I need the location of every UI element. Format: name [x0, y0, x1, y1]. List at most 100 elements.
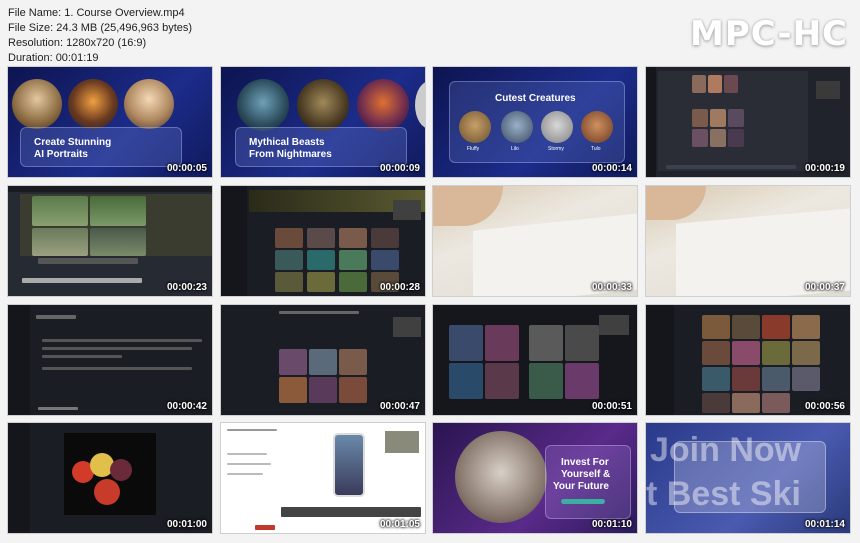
image-tile — [762, 393, 790, 413]
image-tile — [339, 349, 367, 375]
file-name: File Name: 1. Course Overview.mp4 — [8, 7, 185, 19]
thumbnail-14[interactable]: 00:01:05 — [220, 422, 426, 534]
title-line-2: From Nightmares — [249, 149, 332, 160]
app-sidebar — [646, 305, 674, 415]
chat-header — [36, 315, 76, 319]
image-tile — [371, 250, 399, 270]
image-tile — [339, 250, 367, 270]
image-tile — [279, 349, 307, 375]
image-tile — [485, 325, 519, 361]
thumbnail-15[interactable]: Invest For Yourself & Your Future 00:01:… — [432, 422, 638, 534]
timestamp: 00:00:14 — [591, 163, 632, 174]
file-info: File Name: 1. Course Overview.mp4 File S… — [8, 6, 192, 66]
mpc-hc-logo: MPC-HC — [689, 14, 848, 54]
creature-name-3: Stormy — [548, 146, 564, 152]
image-tile — [702, 315, 730, 339]
image-tile — [275, 228, 303, 248]
portrait-2 — [68, 79, 118, 129]
thumbnail-2[interactable]: Mythical Beasts From Nightmares 00:00:09 — [220, 66, 426, 178]
resolution: Resolution: 1280x720 (16:9) — [8, 37, 147, 49]
hand — [433, 186, 503, 226]
image-tile — [485, 363, 519, 399]
image-tile — [762, 367, 790, 391]
timestamp: 00:00:42 — [166, 401, 207, 412]
image-tile — [309, 349, 337, 375]
dragon-1 — [237, 79, 289, 131]
thumbnail-11[interactable]: 00:00:51 — [432, 304, 638, 416]
image-tile — [275, 272, 303, 292]
image-tile — [762, 315, 790, 339]
image-tile — [90, 196, 146, 226]
thumbnail-5[interactable]: 00:00:23 — [7, 185, 213, 297]
thumbnail-16[interactable]: Join Now t Best Ski 00:01:14 — [645, 422, 851, 534]
image-tile — [529, 363, 563, 399]
timestamp: 00:01:05 — [379, 519, 420, 530]
creature-1 — [459, 111, 491, 143]
fruit — [94, 479, 120, 505]
webcam — [393, 317, 421, 337]
image-tile — [339, 272, 367, 292]
creature-3 — [541, 111, 573, 143]
group-photo — [455, 431, 547, 523]
text-line — [42, 355, 122, 358]
image-tile — [307, 272, 335, 292]
thumbnail-4[interactable]: 00:00:19 — [645, 66, 851, 178]
timestamp: 00:00:56 — [804, 401, 845, 412]
thumbnail-12[interactable]: 00:00:56 — [645, 304, 851, 416]
image-tile — [792, 315, 820, 339]
image-tile — [565, 325, 599, 361]
webcam — [816, 81, 840, 99]
invest-line-1: Invest For — [561, 457, 609, 468]
image-tile — [565, 363, 599, 399]
thumbnail-8[interactable]: 00:00:37 — [645, 185, 851, 297]
thumbnail-10[interactable]: 00:00:47 — [220, 304, 426, 416]
image-tile — [710, 129, 726, 147]
timestamp: 00:01:00 — [166, 519, 207, 530]
thumbnail-9[interactable]: 00:00:42 — [7, 304, 213, 416]
timestamp: 00:00:23 — [166, 282, 207, 293]
thumbnail-7[interactable]: 00:00:33 — [432, 185, 638, 297]
image-tile — [339, 228, 367, 248]
creature-name-1: Fluffy — [467, 146, 480, 152]
button-row — [38, 258, 138, 264]
top-bar — [8, 186, 212, 192]
image-tile — [339, 377, 367, 403]
invest-line-3: Your Future — [553, 481, 609, 492]
join-line-1: Join Now — [650, 431, 802, 469]
text-line — [279, 311, 359, 314]
dragon-3 — [357, 79, 409, 131]
app-sidebar — [646, 67, 656, 177]
text-line — [227, 453, 267, 455]
duration: Duration: 00:01:19 — [8, 52, 99, 64]
image-tile — [90, 228, 146, 256]
image-tile — [279, 377, 307, 403]
join-line-2: t Best Ski — [646, 475, 801, 513]
image-tile — [529, 325, 563, 361]
image-tile — [710, 109, 726, 127]
image-tile — [692, 129, 708, 147]
thumbnail-3[interactable]: Cutest Creatures Fluffy Lilo Stormy Tulo… — [432, 66, 638, 178]
image-tile — [309, 377, 337, 403]
timestamp: 00:01:14 — [804, 519, 845, 530]
fruit — [110, 459, 132, 481]
text-line — [42, 347, 192, 350]
thumbnail-1[interactable]: Create Stunning AI Portraits 00:00:05 — [7, 66, 213, 178]
timestamp: 00:00:05 — [166, 163, 207, 174]
image-tile — [708, 75, 722, 93]
portrait-3 — [124, 79, 174, 129]
thumbnail-6[interactable]: 00:00:28 — [220, 185, 426, 297]
timestamp: 00:00:09 — [379, 163, 420, 174]
webcam — [599, 315, 629, 335]
image-tile — [702, 393, 730, 413]
image-tile — [724, 75, 738, 93]
image-tile — [307, 250, 335, 270]
image-tile — [792, 367, 820, 391]
thumbnail-13[interactable]: 00:01:00 — [7, 422, 213, 534]
timestamp: 00:00:28 — [379, 282, 420, 293]
image-tile — [275, 250, 303, 270]
creature-4 — [581, 111, 613, 143]
creature-name-2: Lilo — [511, 146, 519, 152]
dragon-2 — [297, 79, 349, 131]
text-line — [227, 473, 263, 475]
creatures-title: Cutest Creatures — [495, 93, 576, 104]
